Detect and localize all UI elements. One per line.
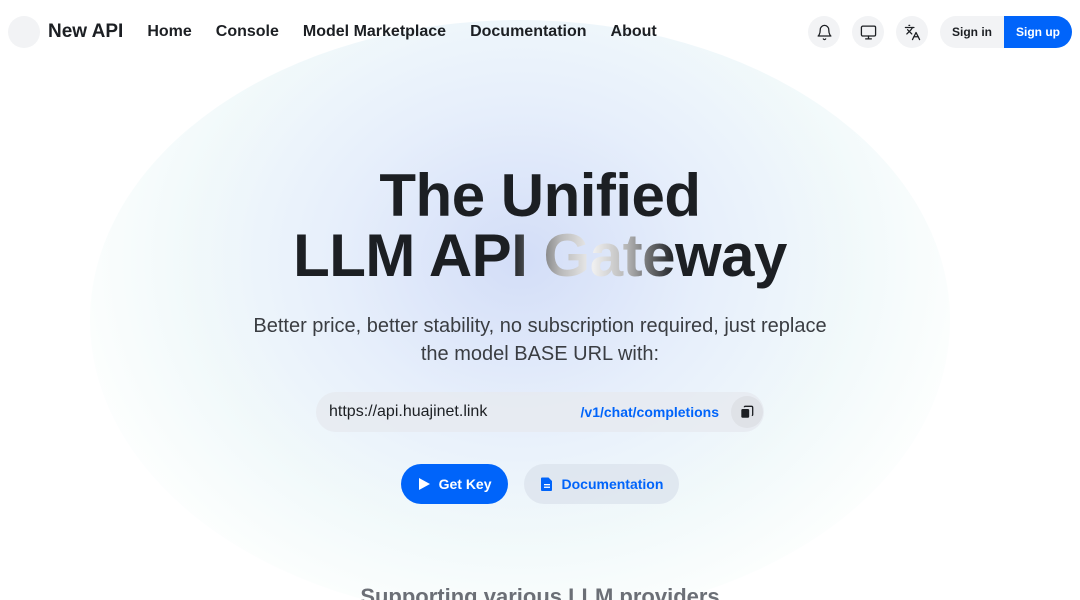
background-glow: [90, 20, 950, 600]
nav-link-about[interactable]: About: [611, 23, 657, 41]
endpoint-path[interactable]: /v1/chat/completions: [581, 404, 719, 420]
hero-title-line2b: I Gate: [511, 222, 675, 289]
language-button[interactable]: [896, 16, 928, 48]
monitor-icon: [860, 24, 876, 40]
document-icon: [540, 477, 552, 491]
hero-subtitle: Better price, better stability, no subsc…: [253, 315, 827, 365]
play-icon: [418, 478, 430, 490]
copy-url-button[interactable]: [731, 396, 763, 428]
top-navbar: New API Home Console Model Marketplace D…: [0, 0, 1080, 64]
auth-buttons: Sign in Sign up: [940, 16, 1072, 48]
logo[interactable]: [8, 16, 40, 48]
hero-title-line1: The Unified: [379, 162, 701, 229]
nav-actions: Sign in Sign up: [808, 16, 1072, 48]
providers-heading: Supporting various LLM providers: [360, 584, 720, 600]
nav-links: Home Console Model Marketplace Documenta…: [147, 23, 656, 41]
sign-in-button[interactable]: Sign in: [940, 16, 1004, 48]
base-url: https://api.huajinet.link: [329, 403, 488, 420]
nav-link-model-marketplace[interactable]: Model Marketplace: [303, 23, 446, 41]
nav-link-console[interactable]: Console: [216, 23, 279, 41]
get-key-button[interactable]: Get Key: [400, 464, 508, 504]
base-url-bar: https://api.huajinet.link /v1/chat/compl…: [316, 392, 764, 432]
bell-icon: [816, 24, 832, 40]
sign-up-button[interactable]: Sign up: [1004, 16, 1072, 48]
nav-link-home[interactable]: Home: [147, 23, 191, 41]
hero-title: The Unified LLM API Gateway: [0, 166, 1080, 286]
theme-toggle-button[interactable]: [852, 16, 884, 48]
notifications-button[interactable]: [808, 16, 840, 48]
documentation-label: Documentation: [561, 476, 664, 492]
documentation-button[interactable]: Documentation: [523, 464, 680, 504]
hero-title-line2c: way: [674, 222, 787, 289]
hero-actions: Get Key Documentation: [0, 464, 1080, 504]
hero-title-line2a: LLM AP: [293, 222, 512, 289]
nav-link-documentation[interactable]: Documentation: [470, 23, 586, 41]
translate-icon: [904, 24, 920, 40]
get-key-label: Get Key: [438, 476, 492, 492]
copy-icon: [741, 405, 754, 418]
brand-name[interactable]: New API: [48, 21, 123, 43]
